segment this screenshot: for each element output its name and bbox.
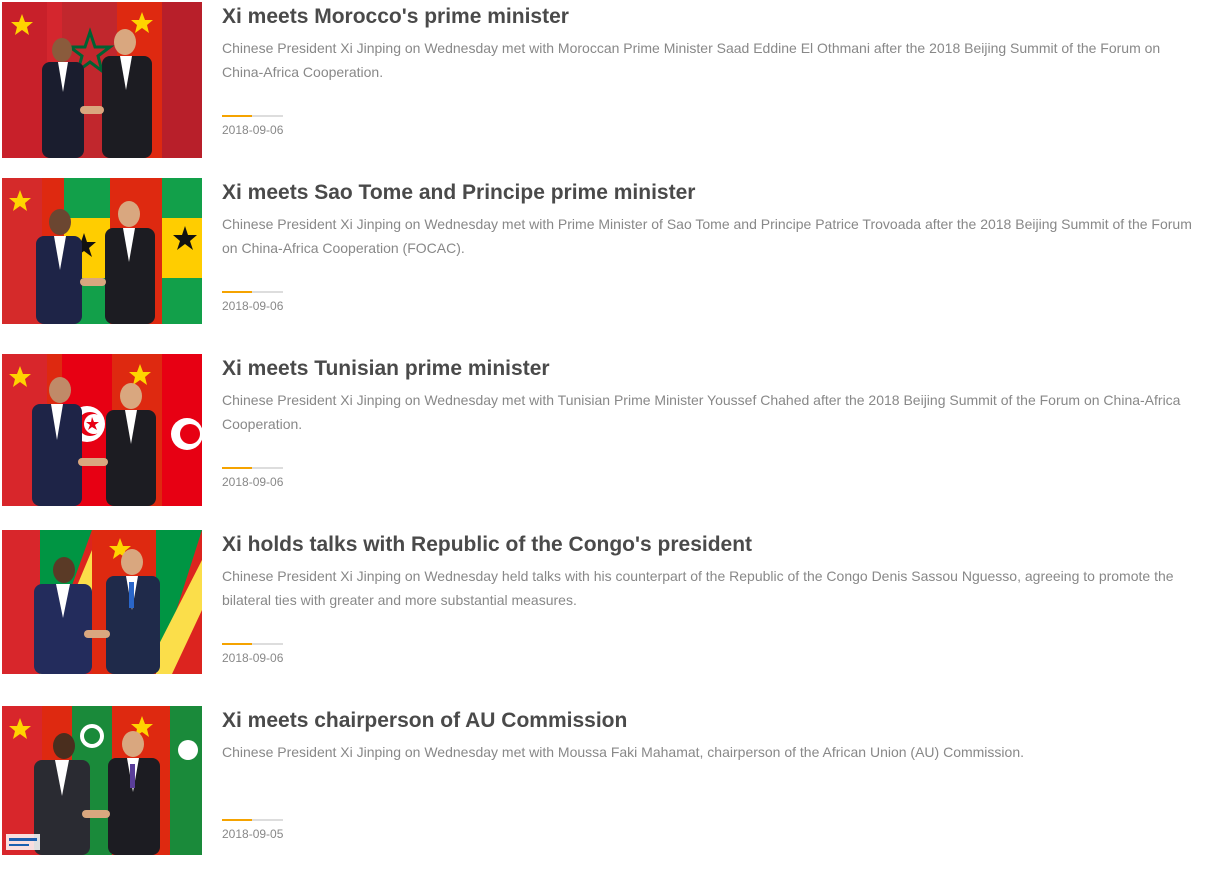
- news-item: Xi meets Sao Tome and Principe prime min…: [0, 178, 1205, 324]
- article-date: 2018-09-05: [222, 827, 284, 841]
- article-summary: Chinese President Xi Jinping on Wednesda…: [222, 568, 1174, 608]
- article-summary: Chinese President Xi Jinping on Wednesda…: [222, 744, 1024, 760]
- article-headline[interactable]: Xi meets Morocco's prime minister: [222, 4, 569, 30]
- divider: [222, 819, 283, 821]
- divider-accent: [222, 643, 252, 645]
- divider: [222, 643, 283, 645]
- article-thumbnail[interactable]: [2, 178, 202, 324]
- divider-accent: [222, 115, 252, 117]
- article-summary: Chinese President Xi Jinping on Wednesda…: [222, 40, 1161, 80]
- article-headline[interactable]: Xi meets Tunisian prime minister: [222, 356, 550, 382]
- article-thumbnail[interactable]: [2, 2, 202, 158]
- article-thumbnail[interactable]: [2, 530, 202, 674]
- article-date: 2018-09-06: [222, 651, 284, 665]
- divider-accent: [222, 467, 252, 469]
- article-headline[interactable]: Xi meets chairperson of AU Commission: [222, 708, 627, 734]
- news-item: Xi meets chairperson of AU Commission Ch…: [0, 706, 1205, 855]
- news-item: Xi meets Tunisian prime minister Chinese…: [0, 354, 1205, 506]
- news-item: Xi meets Morocco's prime minister Chines…: [0, 2, 1205, 158]
- divider: [222, 115, 283, 117]
- article-date: 2018-09-06: [222, 299, 284, 313]
- article-headline[interactable]: Xi holds talks with Republic of the Cong…: [222, 532, 752, 558]
- article-summary: Chinese President Xi Jinping on Wednesda…: [222, 216, 1192, 256]
- article-date: 2018-09-06: [222, 123, 284, 137]
- news-item: Xi holds talks with Republic of the Cong…: [0, 530, 1205, 674]
- article-headline[interactable]: Xi meets Sao Tome and Principe prime min…: [222, 180, 695, 206]
- divider: [222, 291, 283, 293]
- divider-accent: [222, 291, 252, 293]
- article-thumbnail[interactable]: [2, 706, 202, 855]
- divider: [222, 467, 283, 469]
- article-summary: Chinese President Xi Jinping on Wednesda…: [222, 392, 1181, 432]
- article-thumbnail[interactable]: [2, 354, 202, 506]
- divider-accent: [222, 819, 252, 821]
- article-date: 2018-09-06: [222, 475, 284, 489]
